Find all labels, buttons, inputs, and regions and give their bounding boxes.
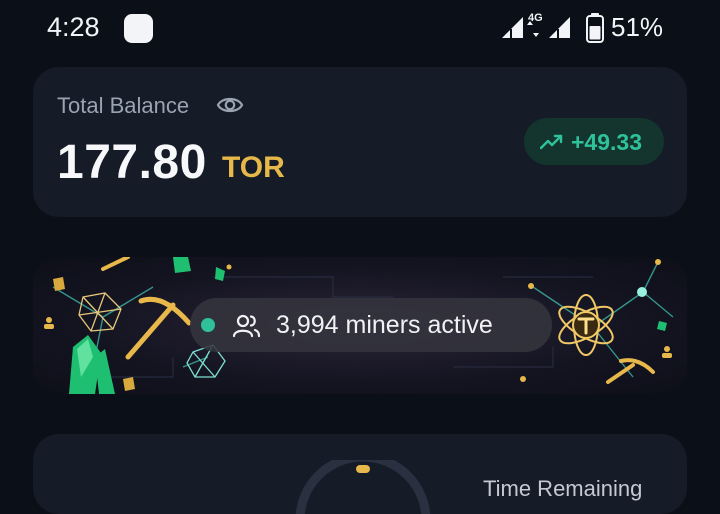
status-bar: 4:28 4G 51% (0, 0, 720, 56)
time-remaining-label: Time Remaining (483, 476, 643, 501)
miners-active-text: 3,994 miners active (276, 311, 493, 339)
users-icon (232, 314, 261, 338)
balance-card: Total Balance 177.80 TOR +49.33 (33, 67, 687, 217)
battery-percent: 51% (611, 12, 664, 42)
mining-timer-card: Time Remaining (33, 434, 687, 514)
data-arrows-icon (527, 21, 539, 37)
signal-icon (502, 17, 523, 38)
timer-gauge (295, 460, 431, 514)
live-indicator-dot (201, 318, 215, 332)
balance-change-value: +49.33 (571, 129, 642, 155)
balance-label: Total Balance (57, 93, 190, 118)
eye-icon[interactable] (216, 93, 244, 117)
notification-icon (124, 14, 153, 43)
miners-banner: 3,994 miners active (33, 257, 687, 394)
status-time: 4:28 (47, 12, 100, 42)
trending-up-icon (540, 134, 563, 150)
balance-amount: 177.80 (57, 136, 207, 189)
signal-2-icon (549, 17, 570, 38)
balance-change-badge: +49.33 (524, 118, 664, 165)
battery-icon (586, 13, 604, 43)
miners-active-pill: 3,994 miners active (190, 298, 552, 352)
balance-currency: TOR (222, 151, 285, 184)
